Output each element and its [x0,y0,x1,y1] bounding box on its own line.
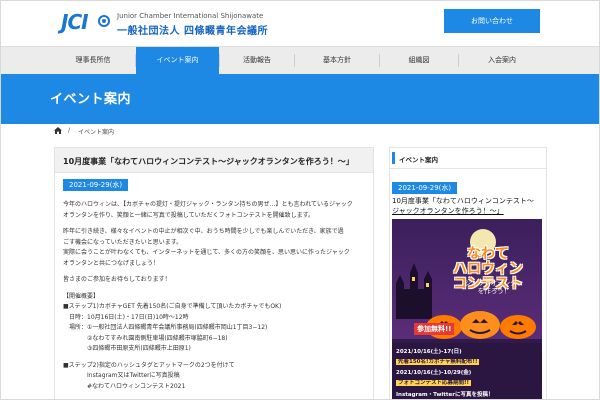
page-banner: イベント案内 [1,74,599,124]
poster-info-line: 2021/10/16(土)-17(日) [396,349,462,355]
sidebar-post-title-line: ジャックオランタンを作ろう！〜」 [392,207,504,215]
article-line: 昨年に引き続き、様々なイベントの中止が相次ぐ中、おうち時間を少しでも楽しんでいた… [63,228,344,235]
sidebar-post-link[interactable]: 10月度事業「なわてハロウィンコンテスト〜 ジャックオランタンを作ろう！〜」 [392,196,542,216]
nav-item-organization[interactable]: 組織図 [380,47,458,74]
poster-info-line: 先着150名!カボチャ無料配布!! [396,357,538,365]
article-line: 【開催概要】 [63,292,100,300]
home-icon[interactable] [54,127,62,134]
article-line: オランタンと共につなげましょう！ [63,259,160,267]
nav-item-join[interactable]: 入会案内 [459,47,545,74]
main-nav: 理事長所信 イベント案内 活動報告 基本方針 組織図 入会案内 [1,46,599,75]
globe-icon [98,15,110,27]
article-line: ■ステップ1)カボチャGET 先着150名(ご自身で準備して頂いたカボチャでもO… [63,303,282,310]
poster-title-line: なわて [467,246,509,262]
article-body: 今年のハロウィンは、【カボチャの提灯・提灯ジャック・ランタン持ちの男ぜ…】とも言… [63,200,365,392]
site-logo[interactable]: JCI Junior Chamber International Shijona… [61,10,267,37]
poster-info-line: フォトコンテスト応募期間!! [396,378,538,386]
article-title[interactable]: 10月度事業「なわてハロウィンコンテスト〜ジャックオランタンを作ろう！〜」 [63,156,354,167]
sidebar-date-badge: 2021-09-29(水) [392,182,458,194]
logo-japanese-name: 一般社団法人 四條畷青年会議所 [117,26,268,37]
article-line: ②なわてすみれ園南側駐車場(四條畷市塚脇町6−18) [63,334,228,342]
page-title: イベント案内 [50,92,132,107]
breadcrumb-current: イベント案内 [78,129,115,136]
poster-info-line: 2021/10/16(土)-10/29(金) [396,370,472,376]
site-header: JCI Junior Chamber International Shijona… [1,1,599,46]
nav-item-reports[interactable]: 活動報告 [220,47,294,74]
poster-info-highlight: フォトコンテスト応募期間!! [396,380,472,386]
article-title-bar: 10月度事業「なわてハロウィンコンテスト〜ジャックオランタンを作ろう！〜」 [55,148,373,173]
article-line: 日時：10月16日(土)・17日(日)10時〜12時 [63,313,189,321]
article-line: 場所：①一般社団法人四條畷青年会議所事務局(四條畷市岡山1丁目3−12) [63,324,268,331]
article-line: ■ステップ2)指定のハッシュタグとアットマークの2つを付けて [63,361,235,369]
logo-english-name: Junior Chamber International Shijonawate [117,12,264,20]
article-line: Instagram又はTwitterに写真投稿 [63,372,180,379]
breadcrumb-separator: / [68,127,71,134]
article-line: オランタンを作り、笑顔と一緒に写真で投稿していただくフォトコンテストを開催致しま… [63,211,314,219]
article-line: ③四條畷市田原支所(四條畷市上田原1) [63,345,191,352]
poster-info-line: Instagram・Twitterに写真を投稿！ [396,392,494,398]
sidebar: イベント案内 2021-09-29(水) 10月度事業「なわてハロウィンコンテス… [389,147,547,399]
contact-button[interactable]: お問い合わせ [444,9,540,33]
nav-item-greeting[interactable]: 理事長所信 [51,47,135,74]
poster-subtitle-line: を作ろう！ [477,287,511,295]
event-poster[interactable]: なわて ハロウィン コンテスト ジャックオランタン を作ろう！ 参加無料!! 2… [392,219,542,399]
poster-title-line: ハロウィン [453,261,523,277]
article-date-badge: 2021-09-29(水) [63,179,129,191]
nav-item-policy[interactable]: 基本方針 [295,47,379,74]
poster-subtitle: ジャックオランタン を作ろう！ [448,279,540,295]
sidebar-accent-bar [392,152,395,164]
poster-info-highlight: 先着150名!カボチャ無料配布!! [396,359,480,365]
logo-mark: JCI [61,10,89,34]
sidebar-heading: イベント案内 [399,156,438,164]
article-line: 皆さまのご参加をお待ちしております！ [63,276,171,283]
sidebar-post-title-line: 10月度事業「なわてハロウィンコンテスト〜 [392,197,534,205]
article-line: 今年のハロウィンは、【カボチャの提灯・提灯ジャック・ランタン持ちの男ぜ…】とも言… [63,201,353,208]
article-line: #なわてハロウィンコンテスト2021 [63,382,186,390]
event-article: 10月度事業「なわてハロウィンコンテスト〜ジャックオランタンを作ろう！〜」 20… [54,147,374,399]
article-line: ごす機会になっていただきたいと思います。 [63,238,183,246]
poster-subtitle-line: ジャックオランタン [464,279,524,287]
poster-free-badge: 参加無料!! [414,323,455,335]
sidebar-header: イベント案内 [390,148,546,169]
poster-info: 2021/10/16(土)-17(日) 先着150名!カボチャ無料配布!! 20… [392,343,542,399]
article-line: 実際に会うことが叶わなくても、インターネットを通じて、多くの方の笑顔を、思い思い… [63,249,350,256]
page-frame: JCI Junior Chamber International Shijona… [0,0,600,400]
nav-item-events[interactable]: イベント案内 [136,47,219,74]
